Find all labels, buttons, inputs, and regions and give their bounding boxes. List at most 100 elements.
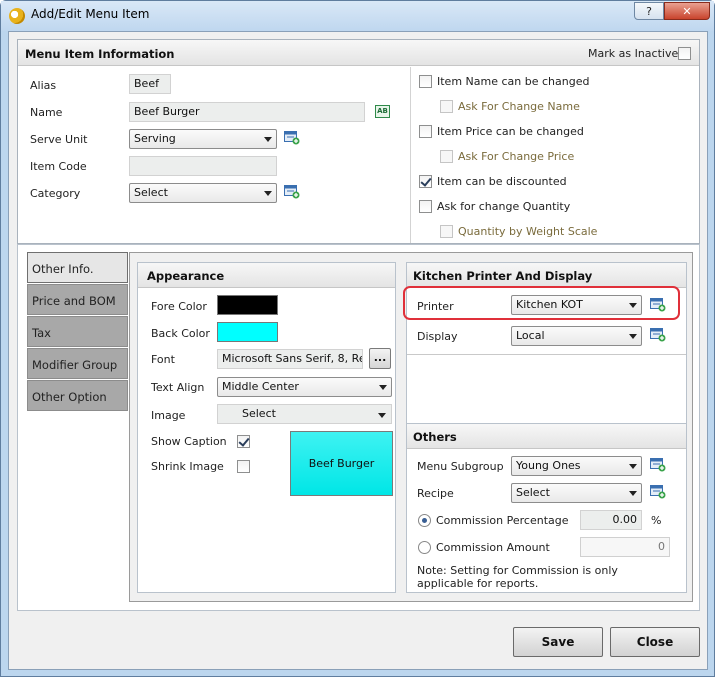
- list-add-icon[interactable]: [284, 185, 300, 199]
- ask-change-quantity-label: Ask for change Quantity: [437, 200, 571, 213]
- display-select[interactable]: Local: [511, 326, 642, 346]
- menu-item-info-title: Menu Item Information: [25, 47, 175, 61]
- list-add-icon[interactable]: [650, 298, 666, 312]
- chevron-down-icon: [629, 464, 637, 469]
- fore-color-swatch[interactable]: [217, 295, 278, 315]
- font-picker-button[interactable]: ...: [369, 348, 391, 369]
- item-price-changeable-checkbox[interactable]: [419, 125, 432, 138]
- printer-value: Kitchen KOT: [516, 298, 583, 311]
- chevron-down-icon: [629, 491, 637, 496]
- item-code-label: Item Code: [30, 160, 87, 173]
- appearance-group: Appearance Fore Color Back Color Font Mi…: [137, 262, 396, 593]
- mark-inactive-label: Mark as Inactive: [588, 47, 679, 60]
- menu-subgroup-select[interactable]: Young Ones: [511, 456, 642, 476]
- tabbed-area: Other Info. Price and BOM Tax Modifier G…: [17, 244, 700, 611]
- chevron-down-icon: [379, 385, 387, 390]
- tab-modifier-group[interactable]: Modifier Group: [27, 348, 128, 379]
- kitchen-divider: [407, 354, 686, 355]
- list-add-icon[interactable]: [650, 458, 666, 472]
- text-align-value: Middle Center: [222, 380, 299, 393]
- show-caption-label: Show Caption: [151, 435, 227, 448]
- display-value: Local: [516, 329, 545, 342]
- text-align-select[interactable]: Middle Center: [217, 377, 392, 397]
- app-logo-icon: [9, 8, 25, 24]
- item-price-changeable-label: Item Price can be changed: [437, 125, 584, 138]
- chevron-down-icon: [629, 334, 637, 339]
- chevron-down-icon: [264, 137, 272, 142]
- recipe-select[interactable]: Select: [511, 483, 642, 503]
- chevron-down-icon: [264, 191, 272, 196]
- font-field[interactable]: Microsoft Sans Serif, 8, Regular: [217, 349, 363, 369]
- close-window-button[interactable]: ✕: [664, 2, 710, 20]
- item-discounted-label: Item can be discounted: [437, 175, 567, 188]
- others-title: Others: [413, 430, 457, 444]
- kitchen-title: Kitchen Printer And Display: [413, 269, 593, 283]
- ask-change-price-checkbox[interactable]: [440, 150, 453, 163]
- quantity-weight-scale-label: Quantity by Weight Scale: [458, 225, 598, 238]
- name-field[interactable]: Beef Burger: [129, 102, 365, 122]
- text-align-label: Text Align: [151, 381, 205, 394]
- chevron-down-icon: [629, 303, 637, 308]
- item-discounted-checkbox[interactable]: [419, 175, 432, 188]
- item-code-field[interactable]: [129, 156, 277, 176]
- serve-unit-select[interactable]: Serving: [129, 129, 277, 149]
- shrink-image-label: Shrink Image: [151, 460, 224, 473]
- commission-amount-label: Commission Amount: [436, 541, 550, 554]
- menu-subgroup-value: Young Ones: [516, 459, 581, 472]
- recipe-value: Select: [516, 486, 550, 499]
- dialog-window: Add/Edit Menu Item ? ✕ Menu Item Informa…: [0, 0, 715, 677]
- serve-unit-label: Serve Unit: [30, 133, 88, 146]
- ask-change-name-checkbox[interactable]: [440, 100, 453, 113]
- item-name-changeable-label: Item Name can be changed: [437, 75, 590, 88]
- chevron-down-icon: [378, 413, 386, 418]
- name-label: Name: [30, 106, 63, 119]
- save-button[interactable]: Save: [513, 627, 603, 657]
- tab-tax[interactable]: Tax: [27, 316, 128, 347]
- back-color-label: Back Color: [151, 327, 210, 340]
- commission-amount-field[interactable]: 0: [580, 537, 670, 557]
- tab-other-option[interactable]: Other Option: [27, 380, 128, 411]
- alias-label: Alias: [30, 79, 57, 92]
- close-button[interactable]: Close: [610, 627, 700, 657]
- category-label: Category: [30, 187, 81, 200]
- image-select[interactable]: Select: [217, 404, 392, 424]
- fore-color-label: Fore Color: [151, 300, 207, 313]
- tab-content-panel: Appearance Fore Color Back Color Font Mi…: [129, 252, 693, 602]
- printer-select[interactable]: Kitchen KOT: [511, 295, 642, 315]
- tab-price-and-bom[interactable]: Price and BOM: [27, 284, 128, 315]
- appearance-title: Appearance: [147, 269, 225, 283]
- column-divider: [410, 67, 411, 243]
- commission-note: Note: Setting for Commission is only app…: [417, 564, 618, 590]
- help-button[interactable]: ?: [634, 2, 664, 20]
- recipe-label: Recipe: [417, 487, 454, 500]
- list-add-icon[interactable]: [650, 328, 666, 342]
- list-add-icon[interactable]: [650, 485, 666, 499]
- item-name-changeable-checkbox[interactable]: [419, 75, 432, 88]
- translate-name-icon[interactable]: AB: [375, 105, 390, 118]
- button-preview-tile: Beef Burger: [290, 431, 393, 496]
- display-label: Display: [417, 330, 458, 343]
- back-color-swatch[interactable]: [217, 322, 278, 342]
- commission-percentage-label: Commission Percentage: [436, 514, 569, 527]
- category-select[interactable]: Select: [129, 183, 277, 203]
- quantity-weight-scale-checkbox[interactable]: [440, 225, 453, 238]
- image-value: Select: [242, 407, 276, 420]
- menu-subgroup-label: Menu Subgroup: [417, 460, 504, 473]
- tab-other-info[interactable]: Other Info.: [27, 252, 128, 283]
- percent-sign: %: [651, 514, 662, 527]
- ask-change-name-label: Ask For Change Name: [458, 100, 580, 113]
- font-label: Font: [151, 353, 175, 366]
- menu-item-info-group: Menu Item Information Mark as Inactive A…: [17, 39, 700, 244]
- alias-field[interactable]: Beef: [129, 74, 171, 94]
- show-caption-checkbox[interactable]: [237, 435, 250, 448]
- ask-change-quantity-checkbox[interactable]: [419, 200, 432, 213]
- image-label: Image: [151, 409, 186, 422]
- commission-percentage-field[interactable]: 0.00: [580, 510, 642, 530]
- commission-amount-radio[interactable]: [418, 541, 431, 554]
- list-add-icon[interactable]: [284, 131, 300, 145]
- mark-inactive-checkbox[interactable]: [678, 47, 691, 60]
- commission-percentage-radio[interactable]: [418, 514, 431, 527]
- shrink-image-checkbox[interactable]: [237, 460, 250, 473]
- window-title: Add/Edit Menu Item: [31, 7, 150, 21]
- printer-label: Printer: [417, 300, 454, 313]
